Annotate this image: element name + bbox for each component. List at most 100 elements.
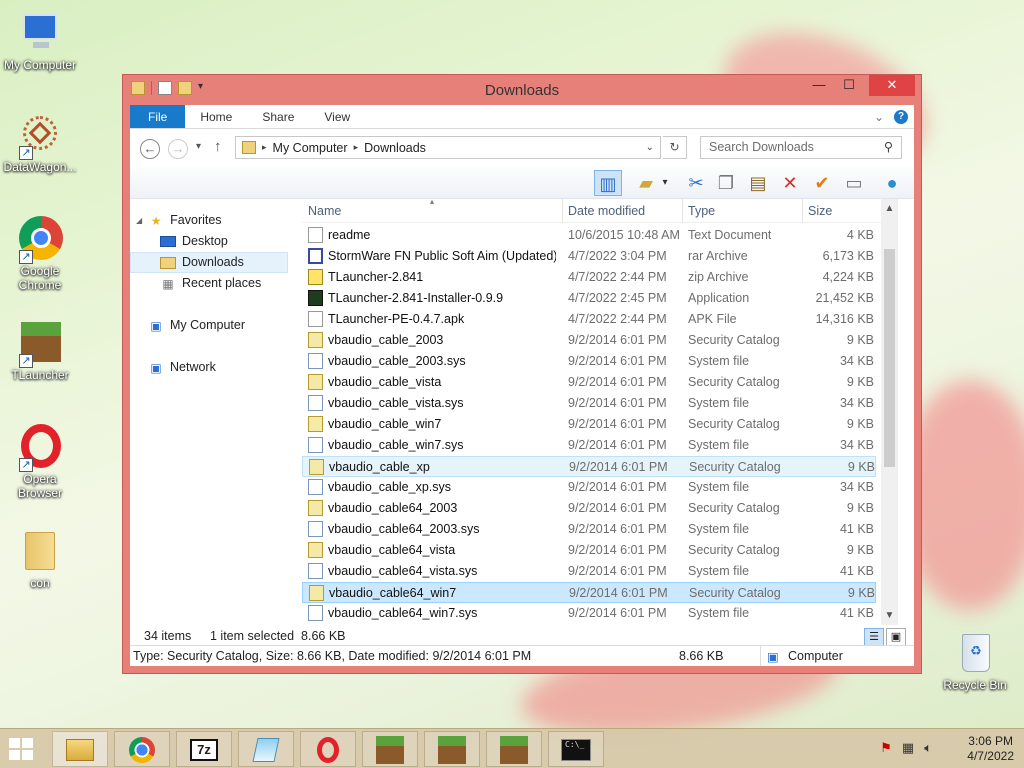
delete-icon[interactable]: ✕ <box>776 170 804 196</box>
file-row[interactable]: vbaudio_cable_2003.sys 9/2/2014 6:01 PM Sy… <box>302 351 876 372</box>
desktop-icon-chrome[interactable]: ↗ Google Chrome <box>0 216 80 292</box>
taskbar-opera[interactable] <box>300 731 356 767</box>
tab-file[interactable]: File <box>130 105 186 128</box>
nav-desktop[interactable]: Desktop <box>130 231 288 252</box>
start-button[interactable] <box>8 737 36 761</box>
file-row[interactable]: vbaudio_cable64_vista.sys 9/2/2014 6:01 P… <box>302 561 876 582</box>
vertical-scrollbar[interactable]: ▲ ▼ <box>881 199 898 625</box>
desktop-icon-recycle-bin[interactable]: ♻ Recycle Bin <box>935 630 1015 692</box>
file-name: vbaudio_cable64_win7.sys <box>328 606 478 620</box>
desktop-icon-datawagon[interactable]: ↗ DataWagon... <box>0 112 80 174</box>
desktop-icon-my-computer[interactable]: My Computer <box>0 10 80 72</box>
tlauncher-icon: ↗ <box>17 320 63 368</box>
paste-icon[interactable]: ▤ <box>744 170 772 196</box>
file-row[interactable]: vbaudio_cable_vista.sys 9/2/2014 6:01 PM S… <box>302 393 876 414</box>
new-folder-toolbar-icon[interactable]: ▰ <box>632 170 660 196</box>
file-date: 9/2/2014 6:01 PM <box>569 460 668 474</box>
desktop-icon-con-folder[interactable]: con <box>0 528 80 590</box>
breadcrumb-my-computer[interactable]: My Computer <box>273 141 348 155</box>
minimize-button[interactable]: — <box>805 75 833 96</box>
taskbar-minecraft-3[interactable] <box>486 731 542 767</box>
column-header-date[interactable]: Date modified <box>568 204 645 218</box>
file-row[interactable]: StormWare FN Public Soft Aim (Updated) 4/… <box>302 246 876 267</box>
desktop-icon-tlauncher[interactable]: ↗ TLauncher <box>0 320 80 382</box>
scroll-up-icon[interactable]: ▲ <box>881 203 898 214</box>
action-center-flag-icon[interactable]: ⚑ <box>880 740 892 756</box>
file-row[interactable]: vbaudio_cable64_2003.sys 9/2/2014 6:01 PM… <box>302 519 876 540</box>
volume-icon[interactable]: 🔈︎ <box>924 740 932 756</box>
address-history-icon[interactable]: ⌄ <box>646 142 654 153</box>
scrollbar-thumb[interactable] <box>884 249 895 467</box>
file-row[interactable]: vbaudio_cable64_win7.sys 9/2/2014 6:01 PM… <box>302 603 876 624</box>
navigation-pane: ◢ ★ Favorites Desktop Downloads ▦ Recent… <box>130 199 290 625</box>
expand-ribbon-icon[interactable]: ⌄ <box>874 110 884 124</box>
file-row[interactable]: vbaudio_cable_win7.sys 9/2/2014 6:01 PM Sy… <box>302 435 876 456</box>
maximize-button[interactable]: ☐ <box>835 75 863 96</box>
globe-icon[interactable]: ● <box>878 170 906 196</box>
file-row[interactable]: vbaudio_cable64_vista 9/2/2014 6:01 PM Sec… <box>302 540 876 561</box>
column-header-name[interactable]: Name <box>308 204 341 218</box>
file-size: 6,173 KB <box>822 249 874 263</box>
copy-icon[interactable]: ❐ <box>712 170 740 196</box>
file-row[interactable]: readme 10/6/2015 10:48 AM Text Document 4 K… <box>302 225 876 246</box>
network-tray-icon[interactable]: ▦ <box>902 740 914 756</box>
rename-icon[interactable]: ✔ <box>808 170 836 196</box>
title-bar[interactable]: ▾ Downloads — ☐ ✕ <box>123 75 921 105</box>
file-row[interactable]: vbaudio_cable_2003 9/2/2014 6:01 PM Securi… <box>302 330 876 351</box>
breadcrumb-downloads[interactable]: Downloads <box>364 141 426 155</box>
preview-pane-icon[interactable]: ▥ <box>594 170 622 196</box>
file-row[interactable]: TLauncher-2.841-Installer-0.9.9 4/7/2022 … <box>302 288 876 309</box>
search-input[interactable]: Search Downloads ⚲ <box>700 136 902 159</box>
nav-favorites[interactable]: ◢ ★ Favorites <box>130 210 288 231</box>
desktop-icon-label: DataWagon... <box>3 160 77 174</box>
file-row[interactable]: vbaudio_cable64_2003 9/2/2014 6:01 PM Secu… <box>302 498 876 519</box>
tab-view[interactable]: View <box>309 105 365 128</box>
file-type: rar Archive <box>688 249 748 263</box>
help-icon[interactable]: ? <box>894 109 908 124</box>
cut-icon[interactable]: ✂ <box>682 170 710 196</box>
address-bar[interactable]: ▸ My Computer ▸ Downloads ⌄ <box>235 136 661 159</box>
nav-my-computer[interactable]: ▣ My Computer <box>130 315 288 336</box>
refresh-button[interactable]: ↻ <box>663 136 687 159</box>
clock[interactable]: 3:06 PM 4/7/2022 <box>967 734 1014 764</box>
column-header-type[interactable]: Type <box>688 204 715 218</box>
scroll-down-icon[interactable]: ▼ <box>881 610 898 621</box>
clock-time: 3:06 PM <box>968 734 1013 748</box>
computer-icon: ▣ <box>150 318 162 333</box>
taskbar-notepad[interactable] <box>238 731 294 767</box>
forward-button[interactable]: → <box>168 139 188 159</box>
tab-share[interactable]: Share <box>247 105 309 128</box>
file-row[interactable]: vbaudio_cable64_win7 9/2/2014 6:01 PM Secu… <box>302 582 876 603</box>
taskbar-minecraft-1[interactable] <box>362 731 418 767</box>
taskbar-file-explorer[interactable] <box>52 731 108 767</box>
file-type: Application <box>688 291 750 305</box>
file-row[interactable]: TLauncher-2.841 4/7/2022 2:44 PM zip Archi… <box>302 267 876 288</box>
file-row[interactable]: vbaudio_cable_xp 9/2/2014 6:01 PM Security… <box>302 456 876 477</box>
properties-toolbar-icon[interactable]: ▭ <box>840 170 868 196</box>
file-row[interactable]: vbaudio_cable_win7 9/2/2014 6:01 PM Securi… <box>302 414 876 435</box>
tab-home[interactable]: Home <box>185 105 247 128</box>
toolbar-dropdown-icon[interactable]: ▾ <box>658 170 672 196</box>
nav-downloads[interactable]: Downloads <box>130 252 288 273</box>
details-view-button[interactable]: ☰ <box>864 628 884 646</box>
file-type: System file <box>688 606 750 620</box>
close-button[interactable]: ✕ <box>869 75 915 96</box>
file-row[interactable]: vbaudio_cable_xp.sys 9/2/2014 6:01 PM Syst… <box>302 477 876 498</box>
chrome-icon <box>129 736 155 763</box>
nav-network[interactable]: ▣ Network <box>130 357 288 378</box>
taskbar-7zip[interactable]: 7z <box>176 731 232 767</box>
desktop-icon-opera[interactable]: ↗ Opera Browser <box>0 424 80 500</box>
file-row[interactable]: vbaudio_cable_vista 9/2/2014 6:01 PM Secur… <box>302 372 876 393</box>
taskbar-cmd[interactable]: C:\_ <box>548 731 604 767</box>
sys-icon <box>308 395 323 411</box>
back-button[interactable]: ← <box>140 139 160 159</box>
taskbar-minecraft-2[interactable] <box>424 731 480 767</box>
up-button[interactable]: ↑ <box>214 138 222 155</box>
taskbar-chrome[interactable] <box>114 731 170 767</box>
large-icons-view-button[interactable]: ▣ <box>886 628 906 646</box>
recent-locations-icon[interactable]: ▾ <box>196 141 201 152</box>
nav-recent-places[interactable]: ▦ Recent places <box>130 273 288 294</box>
file-date: 9/2/2014 6:01 PM <box>568 606 667 620</box>
file-row[interactable]: TLauncher-PE-0.4.7.apk 4/7/2022 2:44 PM AP… <box>302 309 876 330</box>
column-header-size[interactable]: Size <box>808 204 832 218</box>
